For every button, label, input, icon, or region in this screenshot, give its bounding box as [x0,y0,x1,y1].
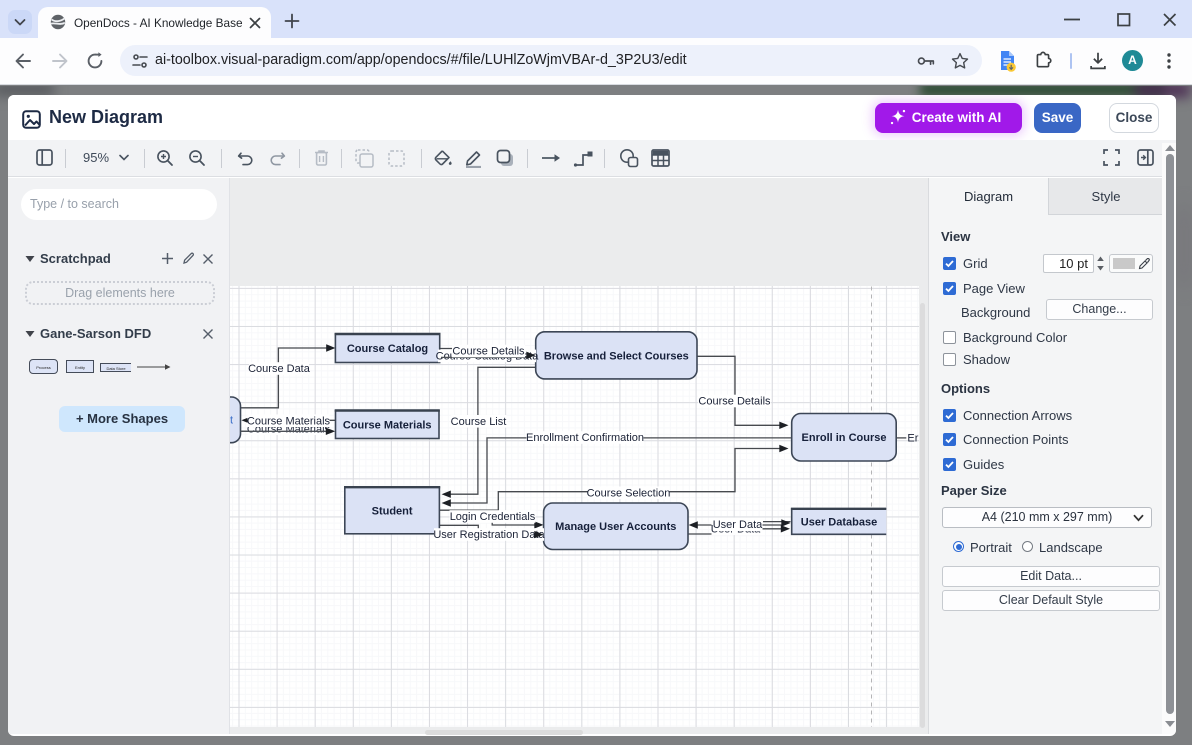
svg-text:Course Details: Course Details [698,396,771,408]
svg-text:Course Catalog: Course Catalog [347,343,428,355]
svg-text:Course Selection: Course Selection [587,488,671,500]
svg-text:User Database: User Database [801,516,877,528]
svg-text:Er: Er [907,432,918,444]
svg-text:User Registration Data: User Registration Data [433,529,545,541]
svg-text:Enrollment Confirmation: Enrollment Confirmation [526,432,644,444]
svg-text:Course Materials: Course Materials [247,415,331,427]
svg-text:Enroll in Course: Enroll in Course [802,432,887,444]
svg-text:t: t [230,415,233,427]
svg-text:User Data: User Data [713,519,763,531]
svg-text:Browse and Select Courses: Browse and Select Courses [544,350,689,362]
svg-text:Manage User Accounts: Manage User Accounts [555,521,676,533]
svg-text:Student: Student [372,505,413,517]
svg-text:Course List: Course List [451,416,507,428]
svg-text:Course Details: Course Details [452,346,525,358]
svg-text:Course Data: Course Data [248,363,311,375]
svg-text:Course Materials: Course Materials [343,420,432,432]
svg-text:Login Credentials: Login Credentials [450,511,536,523]
